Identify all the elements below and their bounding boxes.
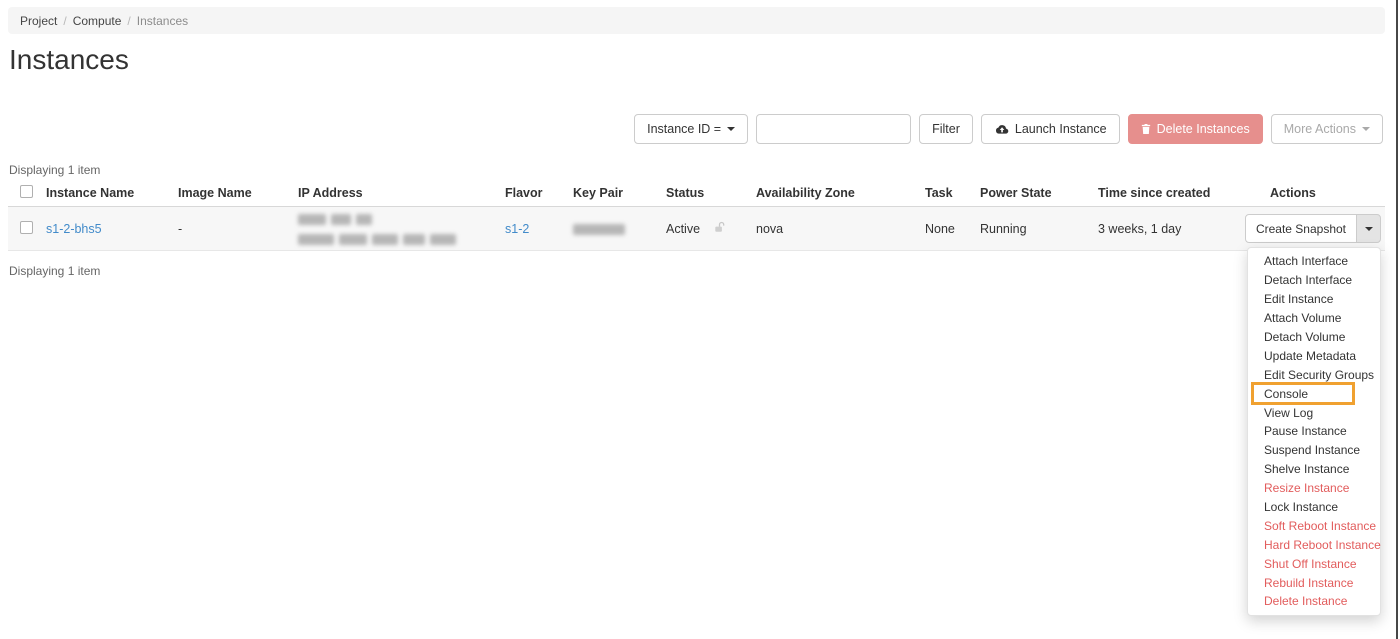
header-task[interactable]: Task: [917, 186, 972, 200]
table-row: s1-2-bhs5 - s1-2 Active nova None Runnin…: [8, 207, 1385, 251]
more-actions-label: More Actions: [1284, 122, 1356, 136]
breadcrumb-project[interactable]: Project: [20, 14, 57, 28]
page-title: Instances: [9, 44, 129, 76]
menu-item-edit-instance[interactable]: Edit Instance: [1248, 290, 1380, 309]
header-availability-zone[interactable]: Availability Zone: [748, 186, 917, 200]
flavor-link[interactable]: s1-2: [505, 222, 529, 236]
key-pair-redacted: [565, 222, 658, 236]
delete-instances-button[interactable]: Delete Instances: [1128, 114, 1263, 144]
menu-item-edit-security-groups[interactable]: Edit Security Groups: [1248, 365, 1380, 384]
menu-item-delete-instance[interactable]: Delete Instance: [1248, 592, 1380, 611]
menu-item-console[interactable]: Console: [1248, 384, 1380, 403]
menu-item-resize-instance[interactable]: Resize Instance: [1248, 479, 1380, 498]
menu-item-detach-interface[interactable]: Detach Interface: [1248, 271, 1380, 290]
table-header-row: Instance Name Image Name IP Address Flav…: [8, 180, 1385, 207]
console-highlight-box: [1251, 382, 1355, 405]
cloud-upload-icon: [994, 124, 1009, 135]
menu-item-pause-instance[interactable]: Pause Instance: [1248, 422, 1380, 441]
instance-name-link[interactable]: s1-2-bhs5: [46, 222, 102, 236]
header-time-since-created[interactable]: Time since created: [1090, 186, 1262, 200]
status-value: Active: [658, 222, 705, 236]
breadcrumb-instances: Instances: [137, 14, 188, 28]
unlock-icon: [705, 221, 748, 236]
menu-item-soft-reboot-instance[interactable]: Soft Reboot Instance: [1248, 516, 1380, 535]
filter-button[interactable]: Filter: [919, 114, 973, 144]
menu-item-update-metadata[interactable]: Update Metadata: [1248, 346, 1380, 365]
caret-down-icon: [727, 127, 735, 131]
header-ip-address[interactable]: IP Address: [290, 186, 497, 200]
menu-item-shelve-instance[interactable]: Shelve Instance: [1248, 460, 1380, 479]
power-state-value: Running: [972, 222, 1090, 236]
trash-icon: [1141, 123, 1151, 135]
delete-instances-label: Delete Instances: [1157, 122, 1250, 136]
select-all-checkbox[interactable]: [20, 185, 33, 198]
availability-zone-value: nova: [748, 222, 917, 236]
caret-down-icon: [1365, 227, 1373, 231]
menu-item-lock-instance[interactable]: Lock Instance: [1248, 498, 1380, 517]
ip-address-redacted: [290, 212, 497, 246]
header-key-pair[interactable]: Key Pair: [565, 186, 658, 200]
breadcrumb-separator: /: [127, 14, 130, 28]
menu-item-shut-off-instance[interactable]: Shut Off Instance: [1248, 554, 1380, 573]
filter-field-dropdown[interactable]: Instance ID =: [634, 114, 748, 144]
launch-instance-button[interactable]: Launch Instance: [981, 114, 1120, 144]
image-name-value: -: [170, 222, 290, 236]
breadcrumb-separator: /: [63, 14, 66, 28]
menu-item-attach-volume[interactable]: Attach Volume: [1248, 309, 1380, 328]
header-actions: Actions: [1262, 186, 1385, 200]
header-image-name[interactable]: Image Name: [170, 186, 290, 200]
row-actions: Create Snapshot: [1262, 214, 1385, 243]
row-checkbox[interactable]: [20, 221, 33, 234]
menu-item-hard-reboot-instance[interactable]: Hard Reboot Instance: [1248, 535, 1380, 554]
menu-item-attach-interface[interactable]: Attach Interface: [1248, 252, 1380, 271]
item-count-bottom: Displaying 1 item: [9, 264, 100, 278]
breadcrumb-compute[interactable]: Compute: [73, 14, 122, 28]
task-value: None: [917, 222, 972, 236]
header-power-state[interactable]: Power State: [972, 186, 1090, 200]
launch-instance-label: Launch Instance: [1015, 122, 1107, 136]
create-snapshot-button[interactable]: Create Snapshot: [1245, 214, 1357, 243]
breadcrumb: Project / Compute / Instances: [8, 7, 1385, 34]
row-actions-caret-button[interactable]: [1356, 214, 1381, 243]
more-actions-button[interactable]: More Actions: [1271, 114, 1383, 144]
header-flavor[interactable]: Flavor: [497, 186, 565, 200]
item-count-top: Displaying 1 item: [9, 163, 100, 177]
filter-field-label: Instance ID =: [647, 122, 721, 136]
menu-item-view-log[interactable]: View Log: [1248, 403, 1380, 422]
time-since-created-value: 3 weeks, 1 day: [1090, 222, 1262, 236]
caret-down-icon: [1362, 127, 1370, 131]
header-instance-name[interactable]: Instance Name: [38, 186, 170, 200]
menu-item-suspend-instance[interactable]: Suspend Instance: [1248, 441, 1380, 460]
header-status[interactable]: Status: [658, 186, 705, 200]
menu-item-rebuild-instance[interactable]: Rebuild Instance: [1248, 573, 1380, 592]
row-actions-menu: Attach Interface Detach Interface Edit I…: [1247, 247, 1381, 616]
menu-item-detach-volume[interactable]: Detach Volume: [1248, 328, 1380, 347]
instances-page: Project / Compute / Instances Instances …: [0, 0, 1398, 639]
table-toolbar: Instance ID = Filter Launch Instance Del…: [634, 114, 1383, 144]
filter-input[interactable]: [756, 114, 911, 144]
